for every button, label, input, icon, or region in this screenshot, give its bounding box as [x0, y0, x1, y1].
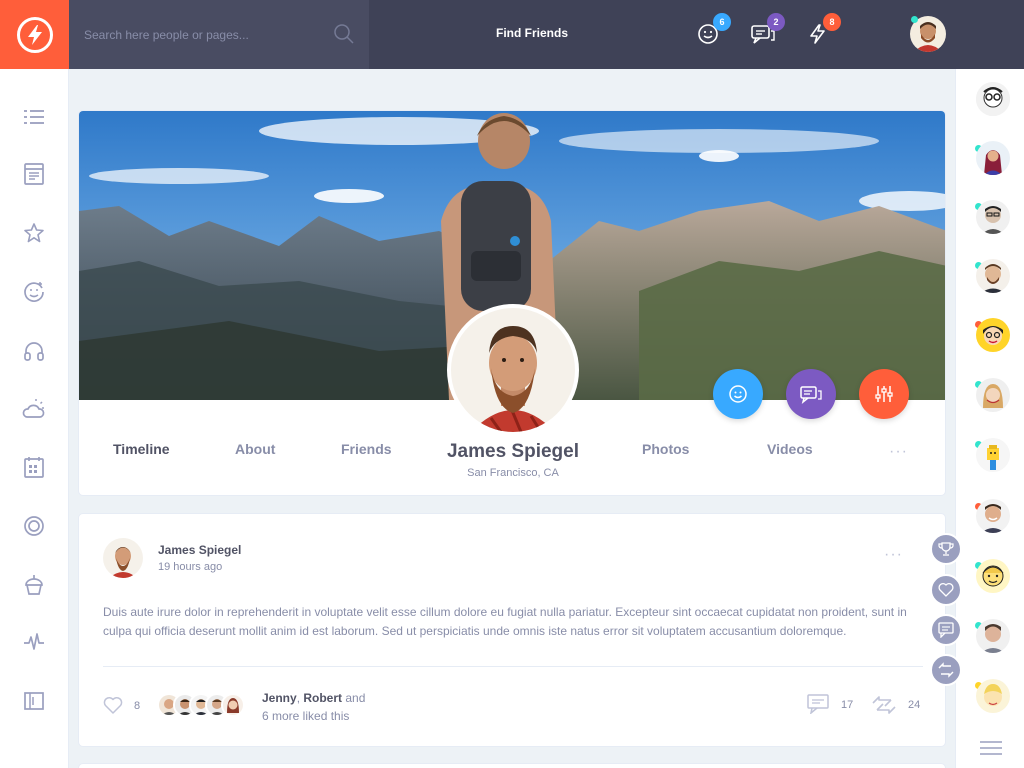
- share-count: 24: [908, 699, 921, 711]
- next-post-card: [78, 763, 946, 768]
- find-friends-link[interactable]: Find Friends: [470, 26, 594, 40]
- smiley-icon: [729, 385, 747, 403]
- happy-face-icon[interactable]: [22, 280, 46, 304]
- profile-avatar[interactable]: [447, 304, 579, 436]
- friend-avatar[interactable]: [976, 318, 1010, 352]
- friend-requests-badge: 6: [713, 13, 731, 31]
- post-timestamp: 19 hours ago: [158, 561, 223, 573]
- stats-icon[interactable]: [22, 630, 46, 654]
- send-message-button[interactable]: [786, 369, 836, 419]
- tab-timeline[interactable]: Timeline: [113, 441, 170, 457]
- profile-header-card: Timeline About Friends James Spiegel San…: [78, 110, 946, 496]
- newsfeed-icon[interactable]: [22, 162, 46, 186]
- friend-avatar[interactable]: [976, 679, 1010, 713]
- messages-button[interactable]: 2: [750, 13, 785, 48]
- friend-avatar[interactable]: [976, 259, 1010, 293]
- like-count: 8: [134, 700, 141, 712]
- star-icon[interactable]: [22, 221, 46, 245]
- friend-avatar[interactable]: [976, 378, 1010, 412]
- tab-photos[interactable]: Photos: [642, 441, 689, 457]
- tab-friends[interactable]: Friends: [341, 441, 392, 457]
- thunder-logo-icon: [16, 16, 53, 53]
- calendar-icon[interactable]: [22, 455, 46, 479]
- friend-avatar[interactable]: [976, 200, 1010, 234]
- liked-by-text: Jenny, Robert and 6 more liked this: [262, 689, 365, 725]
- friend-avatar[interactable]: [976, 559, 1010, 593]
- menu-icon[interactable]: [22, 105, 46, 129]
- trophy-icon: [938, 542, 954, 556]
- friend-avatar[interactable]: [976, 438, 1010, 472]
- sliders-icon: [875, 386, 893, 402]
- search-input[interactable]: [69, 0, 329, 69]
- comment-button[interactable]: [930, 614, 962, 646]
- liker-avatar: [221, 693, 245, 717]
- cupcake-icon[interactable]: [22, 573, 46, 597]
- profile-name[interactable]: James Spiegel: [413, 441, 613, 463]
- tab-videos[interactable]: Videos: [767, 441, 813, 457]
- friends-sidebar: [955, 69, 1024, 768]
- friend-avatar[interactable]: [976, 141, 1010, 175]
- post-body-text: Duis aute irure dolor in reprehenderit i…: [103, 605, 907, 638]
- post-card: James Spiegel 19 hours ago ··· Duis aute…: [78, 513, 946, 747]
- post-more-button[interactable]: ···: [884, 546, 903, 564]
- search-icon[interactable]: [333, 23, 355, 45]
- likers-avatars[interactable]: [157, 693, 247, 717]
- profile-location: San Francisco, CA: [467, 467, 559, 479]
- chat-icon: [800, 386, 822, 404]
- left-sidebar: [0, 69, 69, 768]
- online-status-dot: [911, 16, 918, 23]
- liker-name[interactable]: Robert: [303, 691, 342, 705]
- heart-icon: [938, 582, 954, 597]
- heart-icon[interactable]: [103, 696, 123, 714]
- liked-by-and: and: [342, 691, 366, 705]
- weather-icon[interactable]: [22, 397, 46, 421]
- friend-avatar[interactable]: [976, 499, 1010, 533]
- trophy-button[interactable]: [930, 533, 962, 565]
- friend-requests-button[interactable]: 6: [696, 13, 731, 48]
- headphones-icon[interactable]: [22, 339, 46, 363]
- top-header: Find Friends 6 2 8: [0, 0, 1024, 69]
- manage-widgets-icon[interactable]: [22, 689, 46, 713]
- friend-avatar[interactable]: [976, 619, 1010, 653]
- friend-avatar[interactable]: [976, 82, 1010, 116]
- post-author-name[interactable]: James Spiegel: [158, 543, 241, 557]
- site-logo[interactable]: [0, 0, 69, 69]
- notifications-badge: 8: [823, 13, 841, 31]
- profile-more-button[interactable]: ···: [889, 443, 908, 461]
- search-box: [69, 0, 369, 69]
- post-author-avatar[interactable]: [103, 538, 143, 578]
- comment-count: 17: [841, 699, 854, 711]
- share-icon: [938, 662, 954, 678]
- badge-icon[interactable]: [22, 514, 46, 538]
- liker-name[interactable]: Jenny: [262, 691, 297, 705]
- post-divider: [103, 666, 923, 667]
- share-icon[interactable]: [871, 694, 897, 716]
- tab-about[interactable]: About: [235, 441, 275, 457]
- messages-badge: 2: [767, 13, 785, 31]
- add-friend-button[interactable]: [713, 369, 763, 419]
- favorite-button[interactable]: [930, 574, 962, 606]
- comment-icon: [938, 622, 954, 638]
- share-button[interactable]: [930, 654, 962, 686]
- comment-icon[interactable]: [807, 694, 831, 714]
- profile-settings-button[interactable]: [859, 369, 909, 419]
- liked-by-more[interactable]: 6 more liked this: [262, 709, 349, 723]
- friends-menu-icon[interactable]: [980, 740, 1002, 756]
- notifications-button[interactable]: 8: [806, 13, 841, 48]
